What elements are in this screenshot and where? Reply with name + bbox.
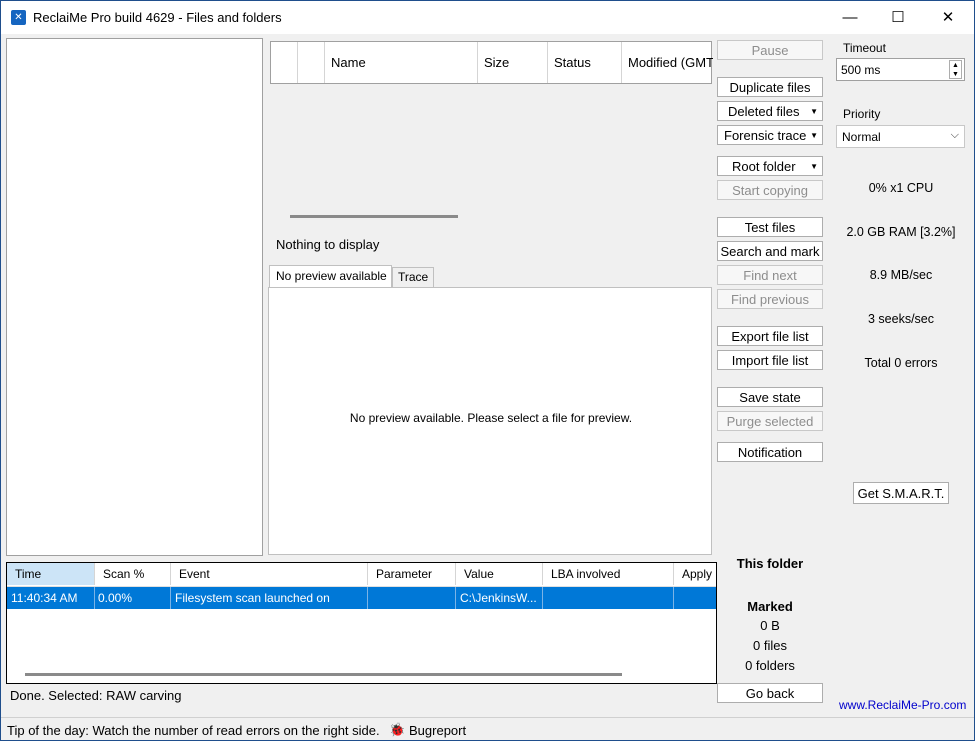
notification-button[interactable]: Notification [717, 442, 823, 462]
start-copying-button[interactable]: Start copying [717, 180, 823, 200]
tip-of-the-day: Tip of the day: Watch the number of read… [7, 723, 380, 738]
log-cell-scan: 0.00% [95, 587, 171, 609]
log-hscrollbar-thumb[interactable] [25, 673, 622, 676]
seeks-stat: 3 seeks/sec [867, 312, 934, 326]
folder-tree[interactable] [6, 38, 263, 556]
test-files-button[interactable]: Test files [717, 217, 823, 237]
spinner-buttons[interactable]: ▲ ▼ [949, 60, 962, 79]
dropdown-arrow-icon: ▼ [810, 162, 818, 171]
dropdown-arrow-icon: ▼ [810, 107, 818, 116]
hscrollbar-thumb[interactable] [290, 215, 458, 218]
status-text: Done. Selected: RAW carving [10, 688, 182, 703]
priority-value: Normal [842, 130, 881, 144]
find-next-button[interactable]: Find next [717, 265, 823, 285]
empty-message: Nothing to display [276, 237, 380, 252]
log-cell-apply [674, 587, 716, 609]
priority-label: Priority [843, 107, 881, 121]
website-link[interactable]: www.ReclaiMe-Pro.com [839, 698, 966, 712]
timeout-spinner[interactable]: 500 ms ▲ ▼ [836, 58, 965, 81]
close-button[interactable]: ✕ [925, 1, 971, 34]
event-log[interactable]: Time Scan % Event Parameter Value LBA in… [6, 562, 717, 684]
log-cell-parameter [368, 587, 456, 609]
find-previous-button[interactable]: Find previous [717, 289, 823, 309]
import-file-list-button[interactable]: Import file list [717, 350, 823, 370]
log-col-scan[interactable]: Scan % [95, 563, 171, 585]
app-icon: ✕ [11, 10, 26, 25]
deleted-files-label: Deleted files [728, 104, 800, 119]
log-col-parameter[interactable]: Parameter [368, 563, 456, 585]
log-cell-value: C:\JenkinsW... [456, 587, 543, 609]
file-list-header: Name Size Status Modified (GMT [270, 41, 713, 84]
marked-folders: 0 folders [745, 658, 795, 673]
column-header-status[interactable]: Status [548, 42, 622, 83]
timeout-label: Timeout [843, 41, 886, 55]
event-log-header: Time Scan % Event Parameter Value LBA in… [7, 563, 716, 587]
duplicate-files-button[interactable]: Duplicate files [717, 77, 823, 97]
pause-button[interactable]: Pause [717, 40, 823, 60]
column-header-size[interactable]: Size [478, 42, 548, 83]
get-smart-button[interactable]: Get S.M.A.R.T. [853, 482, 949, 504]
title-bar: ✕ ReclaiMe Pro build 4629 - Files and fo… [1, 1, 974, 34]
log-col-time[interactable]: Time [7, 563, 95, 585]
maximize-button[interactable]: ☐ [875, 1, 921, 34]
tip-bar: Tip of the day: Watch the number of read… [1, 717, 974, 740]
log-col-event[interactable]: Event [171, 563, 368, 585]
spinner-down-icon[interactable]: ▼ [950, 70, 961, 79]
tab-no-preview[interactable]: No preview available [269, 265, 392, 288]
table-row[interactable]: 11:40:34 AM 0.00% Filesystem scan launch… [7, 587, 716, 609]
log-cell-time: 11:40:34 AM [7, 587, 95, 609]
root-folder-dropdown[interactable]: Root folder ▼ [717, 156, 823, 176]
log-col-value[interactable]: Value [456, 563, 543, 585]
log-col-apply[interactable]: Apply [674, 563, 716, 585]
preview-message: No preview available. Please select a fi… [349, 411, 633, 425]
tab-trace[interactable]: Trace [392, 267, 434, 287]
column-header-modified[interactable]: Modified (GMT [622, 42, 713, 83]
purge-selected-button[interactable]: Purge selected [717, 411, 823, 431]
marked-label: Marked [747, 599, 793, 614]
spinner-up-icon[interactable]: ▲ [950, 61, 961, 70]
file-list[interactable]: Name Size Status Modified (GMT [270, 41, 713, 209]
cpu-stat: 0% x1 CPU [868, 181, 934, 195]
timeout-value: 500 ms [841, 63, 881, 77]
root-folder-label: Root folder [732, 159, 796, 174]
log-cell-lba [543, 587, 674, 609]
main-window: ✕ ReclaiMe Pro build 4629 - Files and fo… [0, 0, 975, 741]
speed-stat: 8.9 MB/sec [869, 268, 933, 282]
export-file-list-button[interactable]: Export file list [717, 326, 823, 346]
forensic-trace-dropdown[interactable]: Forensic trace ▼ [717, 125, 823, 145]
window-title: ReclaiMe Pro build 4629 - Files and fold… [33, 10, 282, 25]
log-col-lba[interactable]: LBA involved [543, 563, 674, 585]
forensic-trace-label: Forensic trace [724, 128, 807, 143]
save-state-button[interactable]: Save state [717, 387, 823, 407]
search-and-mark-button[interactable]: Search and mark [717, 241, 823, 261]
file-list-body [270, 84, 712, 209]
dropdown-arrow-icon: ▼ [810, 131, 818, 140]
this-folder-label: This folder [736, 556, 804, 571]
marked-size: 0 B [760, 618, 780, 633]
marked-files: 0 files [753, 638, 787, 653]
go-back-button[interactable]: Go back [717, 683, 823, 703]
ram-stat: 2.0 GB RAM [3.2%] [846, 225, 956, 239]
errors-stat: Total 0 errors [864, 356, 938, 370]
chevron-down-icon: ⌵ [950, 129, 959, 141]
file-list-hscrollbar[interactable] [270, 209, 712, 225]
bug-icon[interactable]: 🐞 [389, 722, 405, 738]
deleted-files-dropdown[interactable]: Deleted files ▼ [717, 101, 823, 121]
column-header-check[interactable] [271, 42, 298, 83]
preview-pane: No preview available. Please select a fi… [268, 287, 712, 555]
priority-select[interactable]: Normal ⌵ [836, 125, 965, 148]
log-cell-event: Filesystem scan launched on [171, 587, 368, 609]
column-header-name[interactable]: Name [325, 42, 478, 83]
bugreport-link[interactable]: Bugreport [409, 723, 466, 738]
minimize-button[interactable]: — [827, 1, 873, 34]
column-header-icon[interactable] [298, 42, 325, 83]
